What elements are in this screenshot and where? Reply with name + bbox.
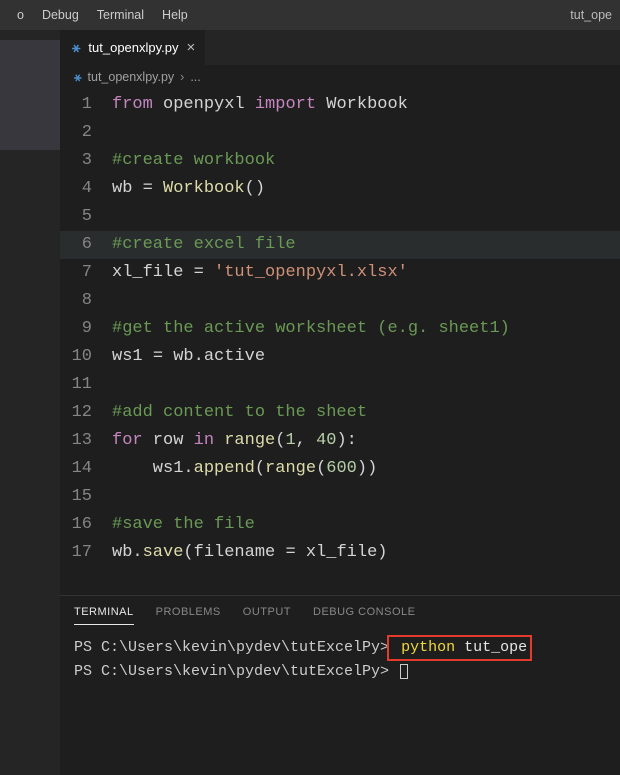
line-number: 13 [60,427,112,455]
code-content[interactable]: wb.save(filename = xl_file) [112,539,387,567]
panel-tab-terminal[interactable]: TERMINAL [74,602,134,625]
sidebar-selection [0,40,60,150]
line-number: 1 [60,91,112,119]
line-number: 5 [60,203,112,231]
terminal-line: PS C:\Users\kevin\pydev\tutExcelPy> [74,661,606,683]
line-number: 2 [60,119,112,147]
code-content[interactable]: xl_file = 'tut_openpyxl.xlsx' [112,259,408,287]
line-number: 8 [60,287,112,315]
code-content[interactable]: #get the active worksheet (e.g. sheet1) [112,315,510,343]
code-content[interactable]: from openpyxl import Workbook [112,91,408,119]
breadcrumbs[interactable]: ⚹ tut_openxlpy.py › ... [60,65,620,89]
code-line[interactable]: 14 ws1.append(range(600)) [60,455,620,483]
line-number: 9 [60,315,112,343]
code-line[interactable]: 10ws1 = wb.active [60,343,620,371]
code-content[interactable]: #create excel file [112,231,296,259]
menubar: o Debug Terminal Help tut_ope [0,0,620,30]
code-content[interactable]: ws1.append(range(600)) [112,455,377,483]
code-line[interactable]: 11 [60,371,620,399]
menu-item-help[interactable]: Help [153,8,197,22]
line-number: 12 [60,399,112,427]
code-line[interactable]: 9#get the active worksheet (e.g. sheet1) [60,315,620,343]
terminal-cursor [400,664,408,679]
highlighted-command: python tut_ope [387,635,532,661]
line-number: 15 [60,483,112,511]
window-title: tut_ope [570,8,612,22]
line-number: 11 [60,371,112,399]
breadcrumb-file[interactable]: tut_openxlpy.py [88,70,175,84]
breadcrumb-rest[interactable]: ... [190,70,200,84]
code-line[interactable]: 16#save the file [60,511,620,539]
python-icon: ⚹ [74,70,82,85]
code-editor[interactable]: 1from openpyxl import Workbook23#create … [60,89,620,595]
line-number: 14 [60,455,112,483]
line-number: 3 [60,147,112,175]
menu-item-debug[interactable]: Debug [33,8,88,22]
code-line[interactable]: 7xl_file = 'tut_openpyxl.xlsx' [60,259,620,287]
python-icon: ⚹ [72,39,80,56]
panel-tab-debug-console[interactable]: DEBUG CONSOLE [313,602,415,625]
code-line[interactable]: 17wb.save(filename = xl_file) [60,539,620,567]
chevron-right-icon: › [180,70,184,84]
code-line[interactable]: 4wb = Workbook() [60,175,620,203]
panel-tabs: TERMINAL PROBLEMS OUTPUT DEBUG CONSOLE [60,596,620,625]
line-number: 16 [60,511,112,539]
panel-tab-output[interactable]: OUTPUT [243,602,291,625]
panel-tab-problems[interactable]: PROBLEMS [156,602,221,625]
line-number: 6 [60,231,112,259]
editor-tabs: ⚹ tut_openxlpy.py × [60,30,620,65]
code-line[interactable]: 5 [60,203,620,231]
code-line[interactable]: 15 [60,483,620,511]
line-number: 17 [60,539,112,567]
code-line[interactable]: 2 [60,119,620,147]
code-line[interactable]: 3#create workbook [60,147,620,175]
explorer-sidebar[interactable] [0,30,60,775]
tab-label: tut_openxlpy.py [88,40,178,55]
code-content[interactable]: #add content to the sheet [112,399,367,427]
terminal[interactable]: PS C:\Users\kevin\pydev\tutExcelPy> pyth… [60,625,620,683]
close-icon[interactable]: × [187,40,196,55]
line-number: 10 [60,343,112,371]
code-content[interactable]: for row in range(1, 40): [112,427,357,455]
code-content[interactable]: #create workbook [112,147,275,175]
code-line[interactable]: 8 [60,287,620,315]
code-content[interactable]: #save the file [112,511,255,539]
terminal-line: PS C:\Users\kevin\pydev\tutExcelPy> pyth… [74,635,606,661]
code-line[interactable]: 6#create excel file [60,231,620,259]
code-line[interactable]: 12#add content to the sheet [60,399,620,427]
bottom-panel: TERMINAL PROBLEMS OUTPUT DEBUG CONSOLE PS C… [60,595,620,775]
code-line[interactable]: 1from openpyxl import Workbook [60,91,620,119]
line-number: 4 [60,175,112,203]
code-content[interactable]: ws1 = wb.active [112,343,265,371]
code-line[interactable]: 13for row in range(1, 40): [60,427,620,455]
line-number: 7 [60,259,112,287]
tab-tut-openxlpy[interactable]: ⚹ tut_openxlpy.py × [60,30,205,65]
menu-item-terminal[interactable]: Terminal [88,8,153,22]
menu-item-o[interactable]: o [8,8,33,22]
code-content[interactable]: wb = Workbook() [112,175,265,203]
